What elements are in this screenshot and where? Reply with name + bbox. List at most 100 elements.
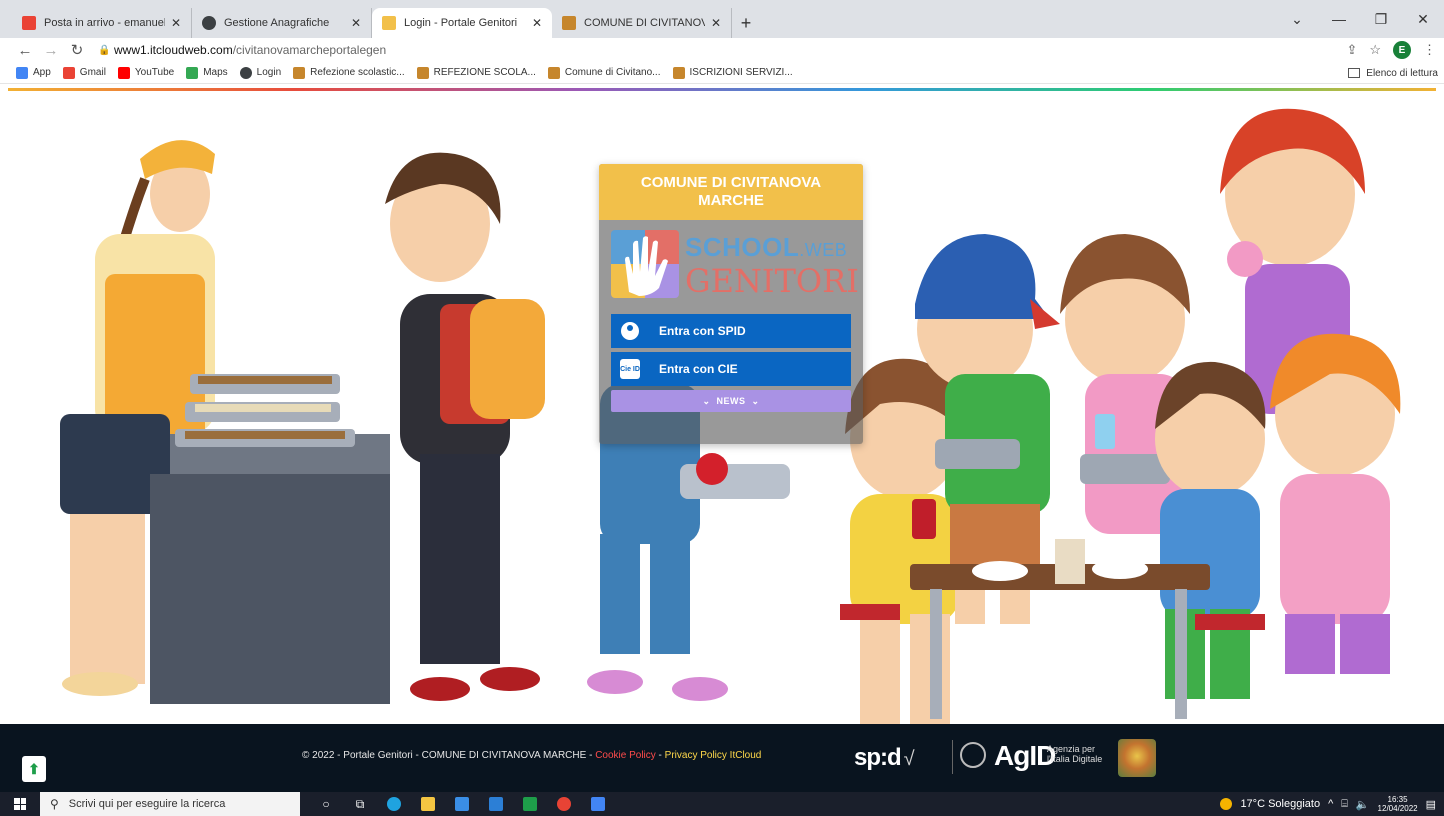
close-icon[interactable]: ✕ <box>351 16 361 30</box>
municipality-title: COMUNE DI CIVITANOVA MARCHE <box>599 164 863 220</box>
cortana-icon[interactable]: ○ <box>312 794 340 814</box>
page-content: COMUNE DI CIVITANOVA MARCHE SCHOOL.WEB G… <box>0 84 1444 724</box>
file-explorer-icon[interactable] <box>414 794 442 814</box>
forward-icon[interactable]: → <box>38 42 64 59</box>
reload-icon[interactable]: ↻ <box>64 41 90 59</box>
footer-copyright: © 2022 - Portale Genitori - COMUNE DI CI… <box>302 750 762 761</box>
privacy-policy-link[interactable]: Privacy Policy ItCloud <box>665 750 762 761</box>
bookmark-app[interactable]: App <box>16 66 51 79</box>
globe-icon <box>202 16 216 30</box>
news-toggle-button[interactable]: ⌄ NEWS ⌄ <box>611 390 851 412</box>
bookmarks-bar: App Gmail YouTube Maps Login Refezione s… <box>0 62 1444 84</box>
reading-list-icon <box>1348 68 1361 78</box>
sheets-icon[interactable] <box>516 794 544 814</box>
lock-icon[interactable]: 🔒 <box>98 45 114 56</box>
star-icon[interactable]: ☆ <box>1369 42 1381 58</box>
bookmark-gmail[interactable]: Gmail <box>62 66 106 79</box>
schoolweb-logo: SCHOOL.WEB GENITORI <box>611 228 859 310</box>
bookmark-comune[interactable]: Comune di Civitano... <box>547 66 661 79</box>
boy-blue-figure <box>1155 361 1266 699</box>
bookmark-login[interactable]: Login <box>239 66 281 79</box>
globe-icon <box>239 66 252 79</box>
weather-text[interactable]: 17°C Soleggiato <box>1240 798 1320 810</box>
maps-icon <box>186 66 199 79</box>
tab-gmail[interactable]: Posta in arrivo - emanuela.torres ✕ <box>12 8 192 38</box>
cie-login-button[interactable]: Cie ID Entra con CIE <box>611 352 851 386</box>
menu-icon[interactable]: ⋮ <box>1423 42 1436 58</box>
chevron-up-icon[interactable]: ^ <box>1328 798 1333 810</box>
url-host: www1.itcloudweb.com <box>114 43 233 57</box>
clock[interactable]: 16:35 12/04/2022 <box>1378 795 1418 813</box>
municipality-crest-icon <box>1118 739 1156 777</box>
share-icon[interactable]: ⇪ <box>1346 42 1357 58</box>
task-view-icon[interactable]: ⧉ <box>346 794 374 814</box>
crest-icon <box>416 66 429 79</box>
sun-weather-icon <box>1220 798 1233 810</box>
profile-avatar[interactable]: E <box>1393 41 1411 59</box>
volume-icon[interactable]: 🔈 <box>1356 798 1370 811</box>
cookie-policy-link[interactable]: Cookie Policy <box>595 750 656 761</box>
mail-icon[interactable] <box>482 794 510 814</box>
logo-divider <box>952 740 953 774</box>
store-icon[interactable] <box>448 794 476 814</box>
news-label: NEWS <box>716 396 746 406</box>
spid-login-button[interactable]: Entra con SPID <box>611 314 851 348</box>
chevron-down-icon: ⌄ <box>702 395 711 406</box>
docs-icon[interactable] <box>584 794 612 814</box>
close-icon[interactable]: ✕ <box>532 16 542 30</box>
network-icon[interactable]: ⌸ <box>1341 798 1348 811</box>
edge-icon[interactable] <box>380 794 408 814</box>
crest-icon <box>562 16 576 30</box>
tab-comune-civitanova[interactable]: COMUNE DI CIVITANOVA MARC ✕ <box>552 8 732 38</box>
bookmark-maps[interactable]: Maps <box>186 66 228 79</box>
hand-logo-icon <box>611 230 679 298</box>
spid-logo: sp:d √ <box>854 744 915 771</box>
windows-taskbar: ⚲ Scrivi qui per eseguire la ricerca ○ ⧉… <box>0 792 1444 816</box>
tab-login-portale-genitori[interactable]: Login - Portale Genitori ✕ <box>372 8 552 38</box>
logo-school-text: SCHOOL.WEB <box>685 232 848 262</box>
bookmark-iscrizioni[interactable]: ISCRIZIONI SERVIZI... <box>672 66 793 79</box>
portal-icon <box>382 16 396 30</box>
window-controls: ⌄ — ❐ ✕ <box>1276 0 1444 38</box>
scroll-to-top-button[interactable]: ⬆ <box>22 756 46 782</box>
page-footer: ⬆ © 2022 - Portale Genitori - COMUNE DI … <box>0 724 1444 792</box>
tab-gestione-anagrafiche[interactable]: Gestione Anagrafiche ✕ <box>192 8 372 38</box>
italian-emblem-icon <box>960 742 986 768</box>
logo-genitori-text: GENITORI <box>685 262 859 300</box>
close-icon[interactable]: ✕ <box>711 16 721 30</box>
windows-start-icon[interactable] <box>0 798 40 810</box>
browser-tab-strip: Posta in arrivo - emanuela.torres ✕ Gest… <box>0 0 1444 38</box>
taskbar-search-input[interactable]: ⚲ Scrivi qui per eseguire la ricerca <box>40 792 300 816</box>
arrow-up-icon: ⬆ <box>28 760 40 777</box>
search-placeholder: Scrivi qui per eseguire la ricerca <box>68 798 226 810</box>
search-icon: ⚲ <box>50 797 59 811</box>
tab-title: Posta in arrivo - emanuela.torres <box>44 17 165 29</box>
agid-subtitle: Agenzia per l'Italia Digitale <box>1047 744 1103 764</box>
minimize-icon[interactable]: — <box>1318 11 1360 27</box>
bookmark-refezione-2[interactable]: REFEZIONE SCOLA... <box>416 66 536 79</box>
cie-button-label: Entra con CIE <box>659 362 738 376</box>
close-icon[interactable]: ✕ <box>171 16 181 30</box>
restore-icon[interactable]: ❐ <box>1360 11 1402 28</box>
close-window-icon[interactable]: ✕ <box>1402 11 1444 28</box>
chrome-icon[interactable] <box>550 794 578 814</box>
crest-icon <box>672 66 685 79</box>
crest-icon <box>293 66 306 79</box>
crest-icon <box>547 66 560 79</box>
back-icon[interactable]: ← <box>12 42 38 59</box>
url-input[interactable]: 🔒 www1.itcloudweb.com /civitanovamarchep… <box>98 39 1298 61</box>
boy-figure <box>385 152 545 701</box>
cie-id-icon: Cie ID <box>620 359 640 379</box>
girl-orangehair-figure <box>1270 333 1401 674</box>
system-tray: 17°C Soleggiato ^ ⌸ 🔈 16:35 12/04/2022 ▤ <box>1220 792 1436 816</box>
gmail-icon <box>22 16 36 30</box>
reading-list[interactable]: Elenco di lettura <box>1348 62 1438 84</box>
spid-button-label: Entra con SPID <box>659 324 746 338</box>
bookmark-youtube[interactable]: YouTube <box>117 66 174 79</box>
notifications-icon[interactable]: ▤ <box>1426 798 1436 811</box>
tab-title: Gestione Anagrafiche <box>224 17 330 29</box>
new-tab-button[interactable]: + <box>732 8 760 38</box>
login-card: COMUNE DI CIVITANOVA MARCHE SCHOOL.WEB G… <box>599 164 863 444</box>
tab-search-icon[interactable]: ⌄ <box>1276 11 1318 28</box>
bookmark-refezione-1[interactable]: Refezione scolastic... <box>293 66 405 79</box>
